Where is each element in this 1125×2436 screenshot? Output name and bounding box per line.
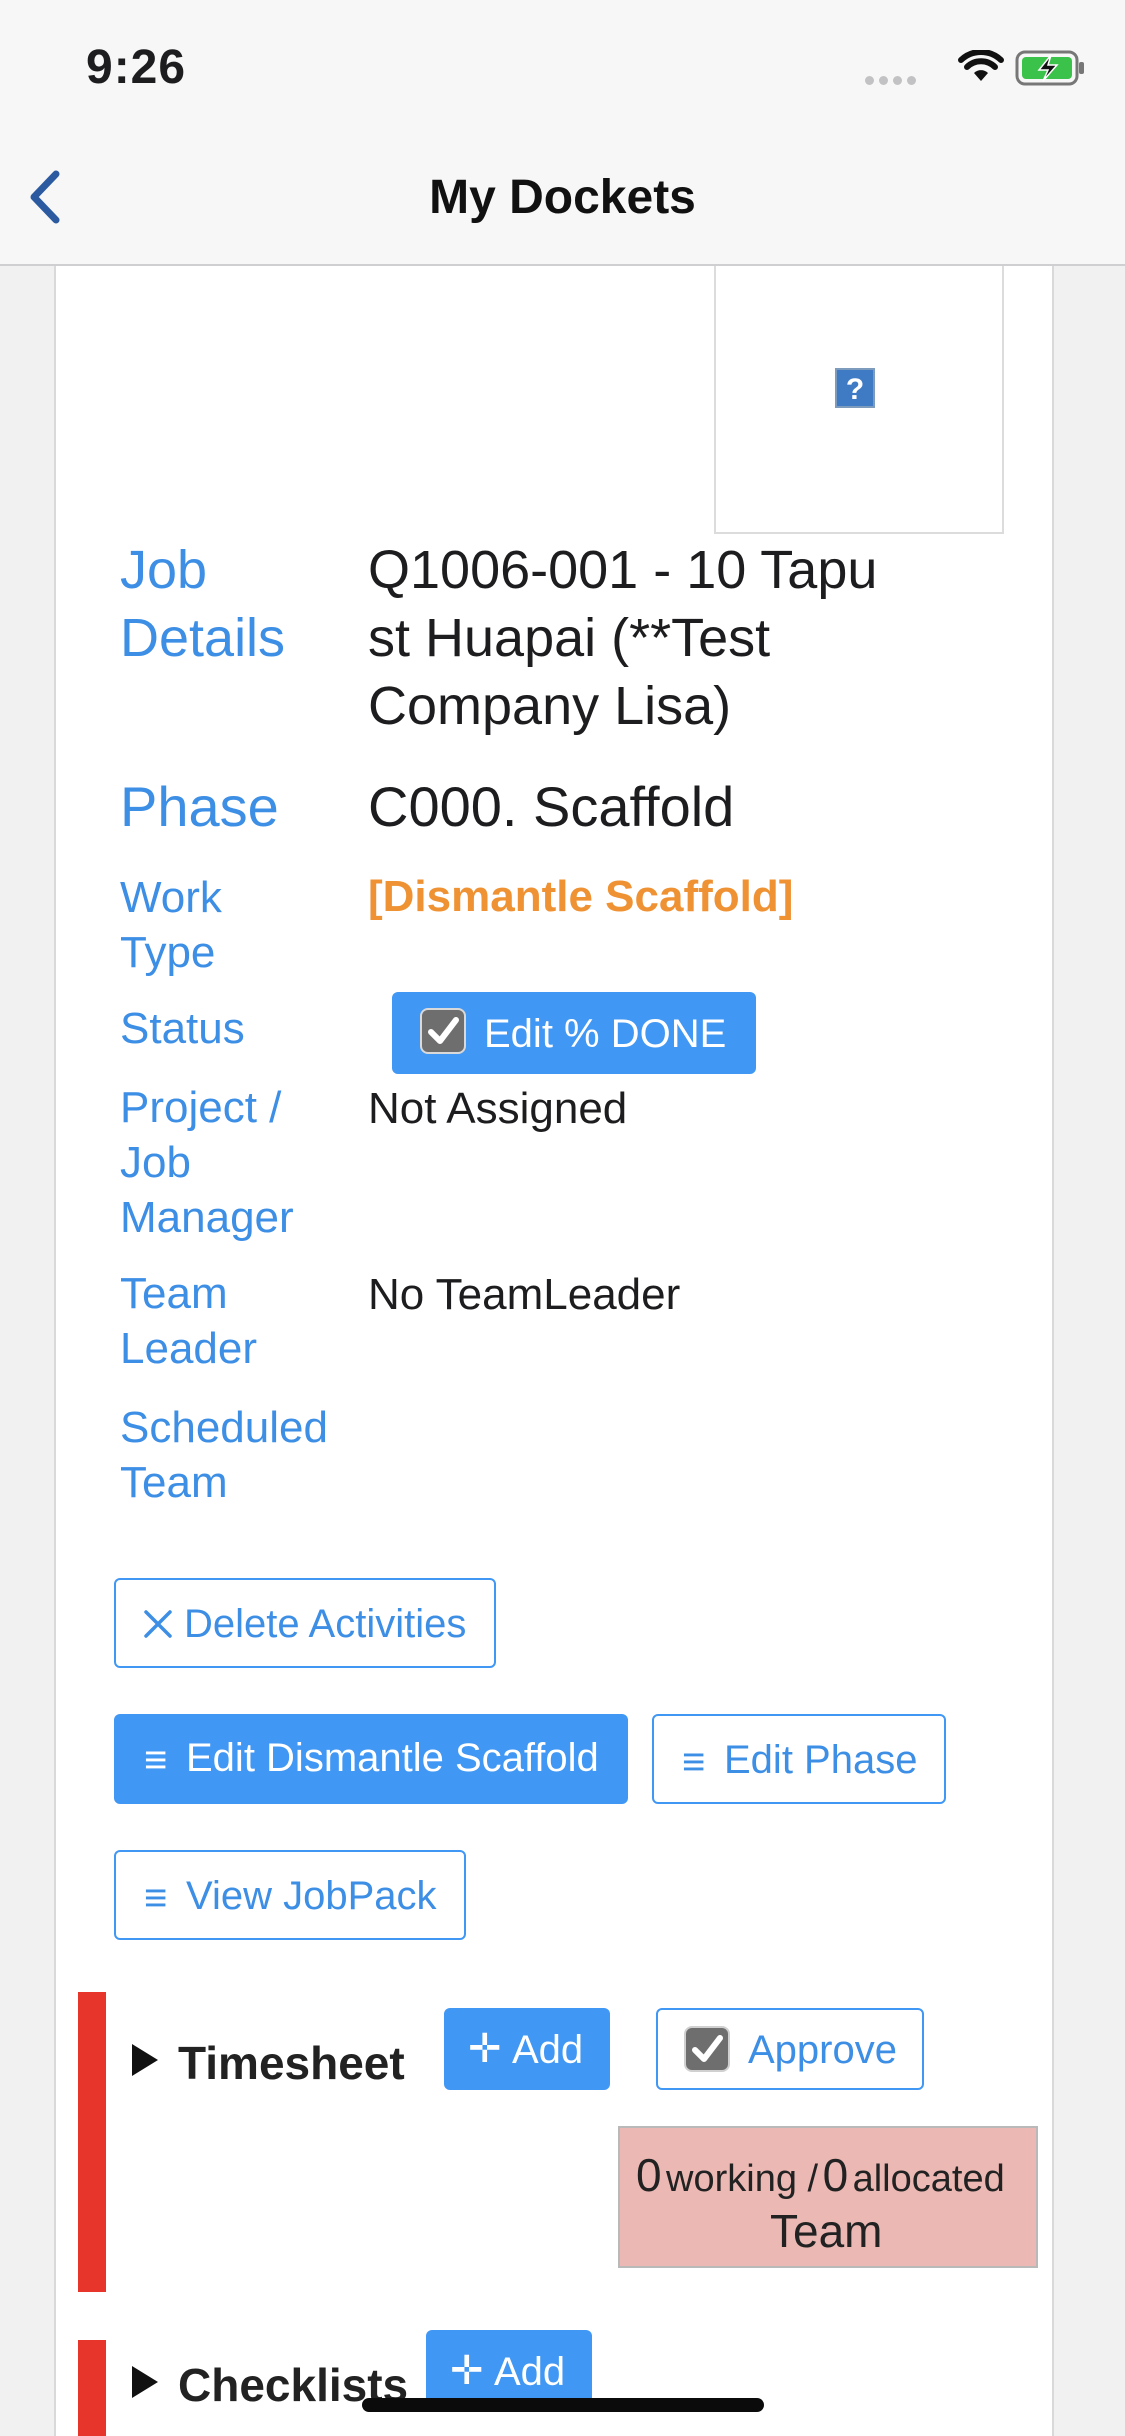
manager-value: Not Assigned [368, 1084, 628, 1133]
timesheet-title[interactable]: Timesheet [178, 2036, 405, 2090]
edit-dismantle-scaffold-label: Edit Dismantle Scaffold [186, 1736, 599, 1780]
delete-activities-button[interactable]: Delete Activities [114, 1578, 496, 1668]
status-bar: 9:26 [0, 0, 1125, 132]
signal-dot-icon [865, 76, 874, 85]
timesheet-approve-label: Approve [748, 2028, 897, 2072]
menu-icon: ≡ [682, 1740, 706, 1784]
menu-icon: ≡ [144, 1876, 168, 1920]
phase-value: C000. Scaffold [368, 775, 735, 838]
nav-bar: My Dockets [0, 132, 1125, 266]
plus-icon: ✛ [450, 2349, 484, 2393]
edit-phase-button[interactable]: ≡ Edit Phase [652, 1714, 946, 1804]
team-label: Team [770, 2205, 883, 2257]
checkbox-checked-icon [420, 1008, 466, 1054]
signal-dot-icon [893, 76, 902, 85]
status-label: Status [120, 1004, 245, 1053]
status-time: 9:26 [86, 41, 187, 94]
edit-percent-done-label: Edit % DONE [484, 1012, 727, 1056]
signal-dot-icon [879, 76, 888, 85]
job-details-label: Job Details [120, 540, 286, 668]
timesheet-add-button[interactable]: ✛ Add [444, 2008, 610, 2090]
delete-activities-label: Delete Activities [184, 1602, 467, 1646]
plus-icon: ✛ [468, 2027, 502, 2071]
timesheet-approve-button[interactable]: Approve [656, 2008, 924, 2090]
wifi-icon [958, 50, 1004, 81]
checklists-add-label: Add [494, 2350, 566, 2394]
view-jobpack-label: View JobPack [186, 1874, 437, 1918]
team-leader-value: No TeamLeader [368, 1270, 681, 1319]
manager-label: Project / Job Manager [120, 1083, 294, 1242]
checklists-section-bar [78, 2340, 106, 2436]
work-type-value: [Dismantle Scaffold] [368, 872, 794, 921]
signal-dot-icon [907, 76, 916, 85]
team-leader-label: Team Leader [120, 1269, 258, 1373]
close-icon [144, 1610, 172, 1638]
expand-triangle-icon[interactable] [132, 2044, 158, 2076]
expand-triangle-icon[interactable] [132, 2366, 158, 2398]
broken-image-icon: ? [835, 368, 875, 408]
scheduled-team-label: Scheduled Team [120, 1403, 328, 1507]
job-details-value: Q1006-001 - 10 Tapu st Huapai (**Test Co… [368, 540, 878, 736]
edit-phase-label: Edit Phase [724, 1738, 918, 1782]
checkbox-checked-icon [684, 2026, 730, 2072]
work-type-label: Work Type [120, 873, 222, 977]
timesheet-section-bar [78, 1992, 106, 2292]
menu-icon: ≡ [144, 1738, 168, 1782]
home-indicator[interactable] [362, 2398, 764, 2412]
phase-label: Phase [120, 775, 279, 838]
timesheet-add-label: Add [512, 2028, 584, 2072]
team-count-box: 0 working / 0 allocated Team [618, 2126, 1038, 2268]
battery-charging-icon [1015, 50, 1084, 86]
team-count-line: 0 working / 0 allocated [636, 2149, 1005, 2201]
page-title: My Dockets [429, 171, 696, 224]
status-icons [865, 46, 1085, 96]
view-jobpack-button[interactable]: ≡ View JobPack [114, 1850, 466, 1940]
job-image: ? [714, 266, 1004, 534]
edit-dismantle-scaffold-button[interactable]: ≡ Edit Dismantle Scaffold [114, 1714, 628, 1804]
docket-card: ? Job Details Q1006-001 - 10 Tapu st Huap… [54, 266, 1054, 2436]
edit-percent-done-button[interactable]: Edit % DONE [392, 992, 756, 1074]
